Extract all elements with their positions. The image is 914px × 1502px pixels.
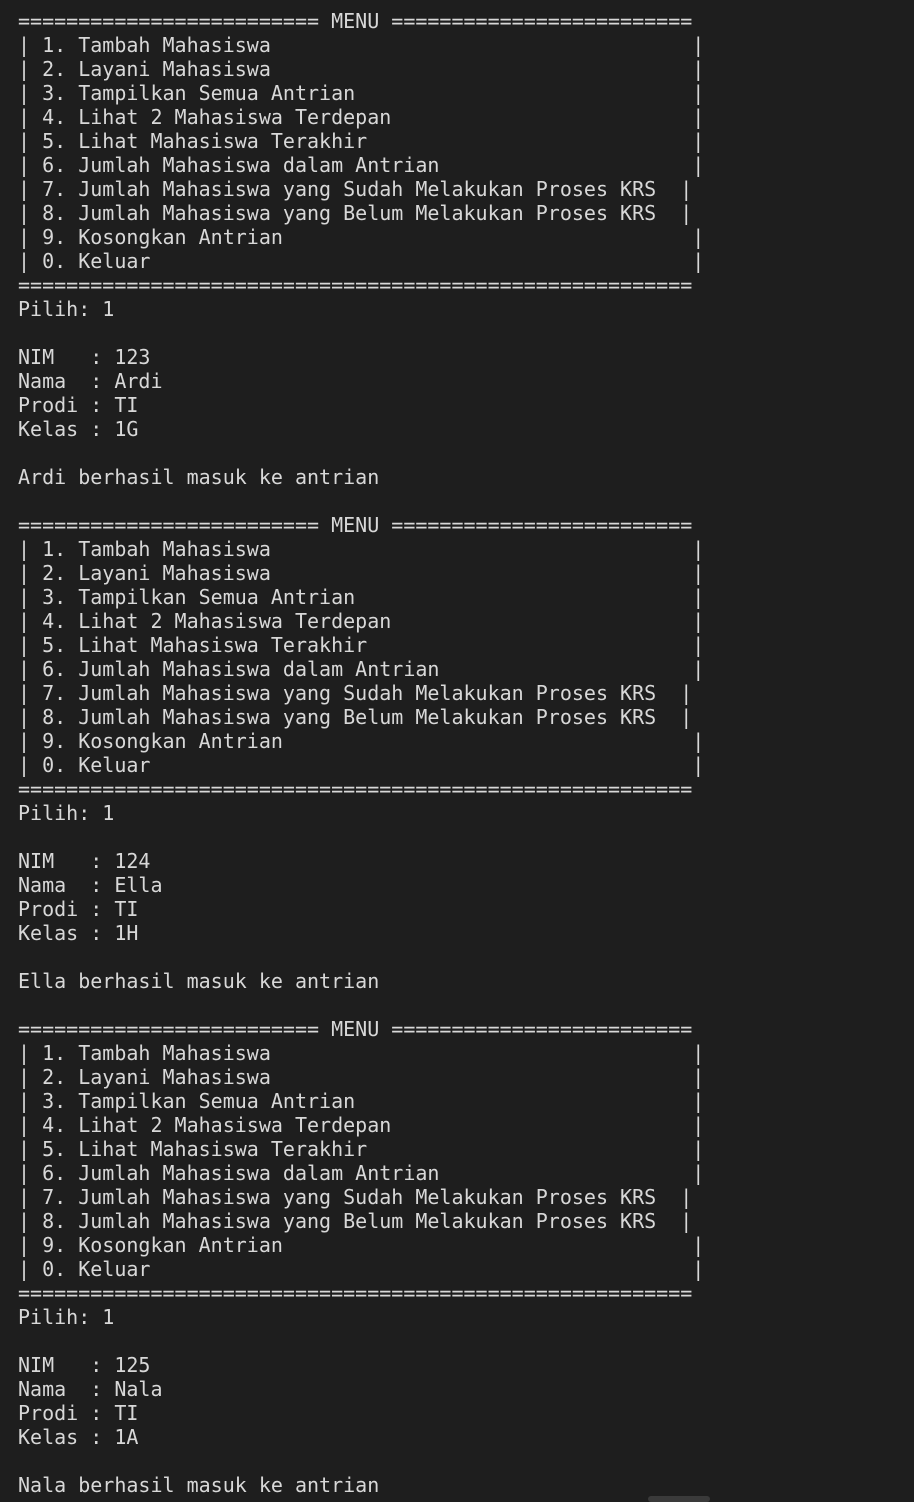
nim-output-line: NIM : 123: [18, 345, 151, 369]
menu-option-line: | 7. Jumlah Mahasiswa yang Sudah Melakuk…: [18, 177, 693, 201]
menu-option-line: | 4. Lihat 2 Mahasiswa Terdepan |: [18, 1113, 705, 1137]
success-message-line: Nala berhasil masuk ke antrian: [18, 1473, 380, 1497]
menu-option-line: | 0. Keluar |: [18, 753, 705, 777]
menu-option-line: | 1. Tambah Mahasiswa |: [18, 537, 705, 561]
menu-option-line: | 7. Jumlah Mahasiswa yang Sudah Melakuk…: [18, 681, 693, 705]
menu-option-line: | 3. Tampilkan Semua Antrian |: [18, 1089, 705, 1113]
menu-header-line: ========================= MENU =========…: [18, 513, 693, 537]
kelas-output-line: Kelas : 1H: [18, 921, 139, 945]
menu-option-line: | 9. Kosongkan Antrian |: [18, 225, 705, 249]
nim-output-line: NIM : 124: [18, 849, 151, 873]
menu-option-line: | 8. Jumlah Mahasiswa yang Belum Melakuk…: [18, 705, 693, 729]
menu-option-line: | 0. Keluar |: [18, 1257, 705, 1281]
menu-header-line: ========================= MENU =========…: [18, 9, 693, 33]
menu-header-line: ========================= MENU =========…: [18, 1017, 693, 1041]
prodi-output-line: Prodi : TI: [18, 897, 139, 921]
nim-output-line: NIM : 125: [18, 1353, 151, 1377]
terminal-output[interactable]: ========================= MENU =========…: [0, 0, 914, 1502]
menu-footer-line: ========================================…: [18, 1281, 693, 1305]
menu-option-line: | 4. Lihat 2 Mahasiswa Terdepan |: [18, 609, 705, 633]
menu-option-line: | 3. Tampilkan Semua Antrian |: [18, 585, 705, 609]
menu-option-line: | 2. Layani Mahasiswa |: [18, 561, 705, 585]
menu-option-line: | 5. Lihat Mahasiswa Terakhir |: [18, 633, 705, 657]
prompt-line: Pilih: 1: [18, 297, 115, 321]
menu-option-line: | 9. Kosongkan Antrian |: [18, 1233, 705, 1257]
menu-option-line: | 1. Tambah Mahasiswa |: [18, 33, 705, 57]
prompt-line: Pilih: 1: [18, 801, 115, 825]
menu-footer-line: ========================================…: [18, 777, 693, 801]
menu-option-line: | 8. Jumlah Mahasiswa yang Belum Melakuk…: [18, 201, 693, 225]
nama-output-line: Nama : Ella: [18, 873, 163, 897]
success-message-line: Ardi berhasil masuk ke antrian: [18, 465, 380, 489]
kelas-output-line: Kelas : 1G: [18, 417, 139, 441]
menu-option-line: | 6. Jumlah Mahasiswa dalam Antrian |: [18, 153, 705, 177]
menu-option-line: | 8. Jumlah Mahasiswa yang Belum Melakuk…: [18, 1209, 693, 1233]
menu-option-line: | 6. Jumlah Mahasiswa dalam Antrian |: [18, 1161, 705, 1185]
menu-option-line: | 3. Tampilkan Semua Antrian |: [18, 81, 705, 105]
menu-option-line: | 5. Lihat Mahasiswa Terakhir |: [18, 129, 705, 153]
menu-option-line: | 1. Tambah Mahasiswa |: [18, 1041, 705, 1065]
nama-output-line: Nama : Nala: [18, 1377, 163, 1401]
kelas-output-line: Kelas : 1A: [18, 1425, 139, 1449]
prodi-output-line: Prodi : TI: [18, 393, 139, 417]
menu-option-line: | 2. Layani Mahasiswa |: [18, 1065, 705, 1089]
nama-output-line: Nama : Ardi: [18, 369, 163, 393]
menu-option-line: | 2. Layani Mahasiswa |: [18, 57, 705, 81]
prodi-output-line: Prodi : TI: [18, 1401, 139, 1425]
success-message-line: Ella berhasil masuk ke antrian: [18, 969, 380, 993]
menu-option-line: | 4. Lihat 2 Mahasiswa Terdepan |: [18, 105, 705, 129]
menu-option-line: | 7. Jumlah Mahasiswa yang Sudah Melakuk…: [18, 1185, 693, 1209]
menu-footer-line: ========================================…: [18, 273, 693, 297]
prompt-line: Pilih: 1: [18, 1305, 115, 1329]
horizontal-scrollbar[interactable]: [648, 1496, 710, 1502]
menu-option-line: | 9. Kosongkan Antrian |: [18, 729, 705, 753]
menu-option-line: | 5. Lihat Mahasiswa Terakhir |: [18, 1137, 705, 1161]
menu-option-line: | 6. Jumlah Mahasiswa dalam Antrian |: [18, 657, 705, 681]
menu-option-line: | 0. Keluar |: [18, 249, 705, 273]
